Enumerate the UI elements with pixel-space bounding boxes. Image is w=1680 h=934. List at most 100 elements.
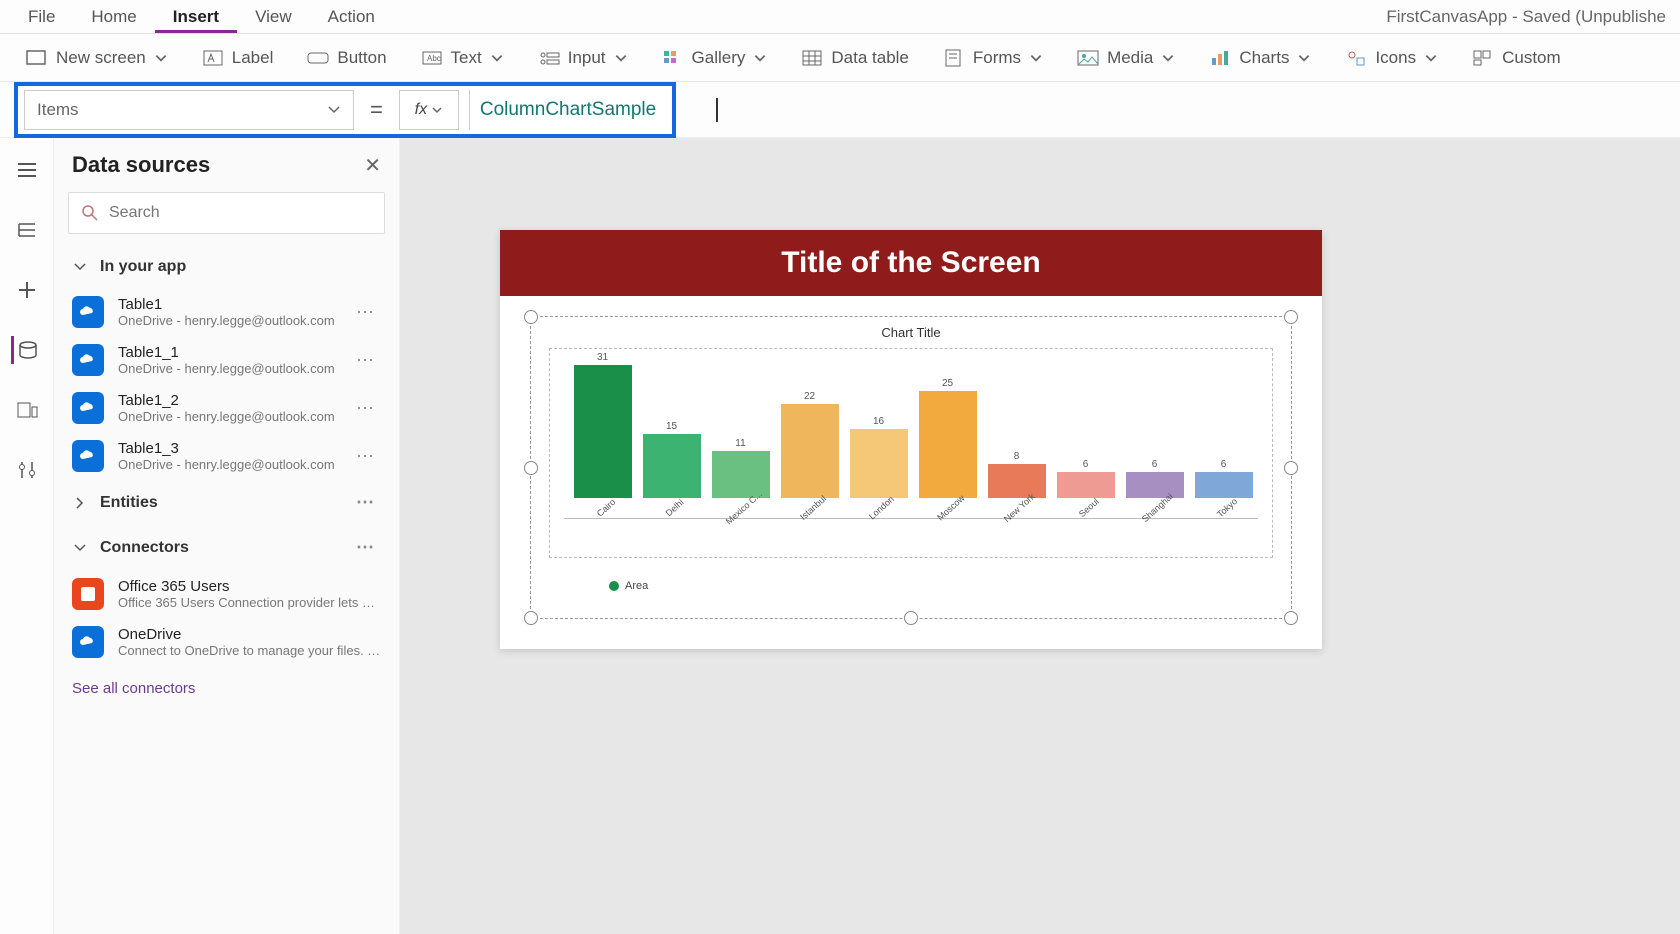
section-in-your-app[interactable]: In your app <box>54 246 399 288</box>
chevron-down-icon <box>753 51 767 65</box>
connector-sub: Office 365 Users Connection provider let… <box>118 595 381 610</box>
canvas-area[interactable]: Title of the Screen Chart Title 31 Cairo… <box>400 138 1680 934</box>
datasource-sub: OneDrive - henry.legge@outlook.com <box>118 457 336 472</box>
media-button[interactable]: Media <box>1065 42 1187 74</box>
gallery-button[interactable]: Gallery <box>650 42 780 74</box>
media-rail-icon[interactable] <box>13 396 41 424</box>
tree-view-icon[interactable] <box>13 216 41 244</box>
input-button[interactable]: Input <box>526 42 640 74</box>
chevron-down-icon <box>1029 51 1043 65</box>
more-icon[interactable]: ⋯ <box>350 350 381 371</box>
bar-rect <box>1195 472 1253 498</box>
resize-handle[interactable] <box>524 611 538 625</box>
forms-button[interactable]: Forms <box>931 42 1055 74</box>
formula-input[interactable]: ColumnChartSample <box>469 90 666 130</box>
connector-item[interactable]: Office 365 UsersOffice 365 Users Connect… <box>54 570 399 618</box>
add-icon[interactable] <box>13 276 41 304</box>
text-button[interactable]: Abc Text <box>409 42 516 74</box>
connector-item[interactable]: OneDriveConnect to OneDrive to manage yo… <box>54 618 399 666</box>
search-input[interactable] <box>109 204 372 222</box>
chart-plot-area[interactable]: 31 Cairo15 Delhi11 Mexico C...22 Istanbu… <box>549 348 1273 558</box>
resize-handle[interactable] <box>1284 611 1298 625</box>
chart-bar[interactable]: 11 Mexico C... <box>706 438 775 518</box>
custom-label: Custom <box>1502 48 1561 68</box>
menu-view[interactable]: View <box>237 1 310 33</box>
label-button[interactable]: Label <box>190 42 286 74</box>
chart-bar[interactable]: 6 Shanghai <box>1120 459 1189 518</box>
close-icon[interactable]: ✕ <box>364 153 381 178</box>
resize-handle[interactable] <box>904 611 918 625</box>
datasource-name: Table1_2 <box>118 392 336 409</box>
property-selector[interactable]: Items <box>24 90 354 130</box>
button-button[interactable]: Button <box>295 42 398 74</box>
forms-label: Forms <box>973 48 1021 68</box>
new-screen-button[interactable]: New screen <box>14 42 180 74</box>
section-label: Entities <box>100 494 158 512</box>
search-box[interactable] <box>68 192 385 234</box>
chart-bar[interactable]: 16 London <box>844 416 913 518</box>
see-all-connectors-link[interactable]: See all connectors <box>54 666 399 711</box>
menu-file[interactable]: File <box>10 1 73 33</box>
chevron-down-icon <box>431 104 443 116</box>
text-icon: Abc <box>421 49 443 67</box>
menu-home[interactable]: Home <box>73 1 154 33</box>
property-label: Items <box>37 100 79 120</box>
datasource-sub: OneDrive - henry.legge@outlook.com <box>118 409 336 424</box>
datasource-item[interactable]: Table1OneDrive - henry.legge@outlook.com… <box>54 288 399 336</box>
chart-bar[interactable]: 6 Tokyo <box>1189 459 1258 518</box>
chart-legend[interactable]: Area <box>609 580 1273 592</box>
charts-button[interactable]: Charts <box>1197 42 1323 74</box>
screen-title-bar[interactable]: Title of the Screen <box>500 230 1322 296</box>
chevron-down-icon <box>72 259 90 275</box>
media-icon <box>1077 49 1099 67</box>
app-screen[interactable]: Title of the Screen Chart Title 31 Cairo… <box>500 230 1322 649</box>
bar-rect <box>574 365 632 498</box>
formula-bar: Items = fx ColumnChartSample <box>0 82 1680 138</box>
hamburger-icon[interactable] <box>13 156 41 184</box>
more-icon[interactable]: ⋯ <box>350 302 381 323</box>
chart-bar[interactable]: 31 Cairo <box>568 352 637 518</box>
icons-label: Icons <box>1375 48 1416 68</box>
more-icon[interactable]: ⋯ <box>350 398 381 419</box>
connector-icon <box>72 626 104 658</box>
chevron-down-icon <box>614 51 628 65</box>
data-sources-icon[interactable] <box>11 336 39 364</box>
chart-title[interactable]: Chart Title <box>549 325 1273 340</box>
search-icon <box>81 204 99 222</box>
bar-value-label: 22 <box>804 391 815 402</box>
chart-bar[interactable]: 15 Delhi <box>637 421 706 518</box>
chevron-down-icon <box>1297 51 1311 65</box>
chart-bar[interactable]: 8 New York <box>982 451 1051 518</box>
section-connectors[interactable]: Connectors ⋯ <box>54 525 399 570</box>
resize-handle[interactable] <box>524 310 538 324</box>
custom-button[interactable]: Custom <box>1460 42 1573 74</box>
custom-icon <box>1472 49 1494 67</box>
section-label: Connectors <box>100 539 189 557</box>
icons-button[interactable]: Icons <box>1333 42 1450 74</box>
more-icon[interactable]: ⋯ <box>350 446 381 467</box>
charts-label: Charts <box>1239 48 1289 68</box>
datasource-item[interactable]: Table1_2OneDrive - henry.legge@outlook.c… <box>54 384 399 432</box>
legend-marker-icon <box>609 581 619 591</box>
chart-bar[interactable]: 22 Istanbul <box>775 391 844 518</box>
chart-bar[interactable]: 25 Moscow <box>913 378 982 518</box>
bar-rect <box>643 434 701 498</box>
section-entities[interactable]: Entities ⋯ <box>54 480 399 525</box>
chart-control-selected[interactable]: Chart Title 31 Cairo15 Delhi11 Mexico C.… <box>530 316 1292 619</box>
datasource-item[interactable]: Table1_1OneDrive - henry.legge@outlook.c… <box>54 336 399 384</box>
advanced-tools-icon[interactable] <box>13 456 41 484</box>
more-icon[interactable]: ⋯ <box>350 537 381 558</box>
chart-bar[interactable]: 6 Seoul <box>1051 459 1120 518</box>
data-table-button[interactable]: Data table <box>789 42 921 74</box>
fx-button[interactable]: fx <box>399 90 459 130</box>
more-icon[interactable]: ⋯ <box>350 492 381 513</box>
resize-handle[interactable] <box>524 461 538 475</box>
menu-action[interactable]: Action <box>310 1 393 33</box>
menu-insert[interactable]: Insert <box>155 1 237 33</box>
datasource-item[interactable]: Table1_3OneDrive - henry.legge@outlook.c… <box>54 432 399 480</box>
datasource-sub: OneDrive - henry.legge@outlook.com <box>118 361 336 376</box>
chevron-down-icon <box>1424 51 1438 65</box>
bar-value-label: 6 <box>1152 459 1158 470</box>
resize-handle[interactable] <box>1284 310 1298 324</box>
resize-handle[interactable] <box>1284 461 1298 475</box>
